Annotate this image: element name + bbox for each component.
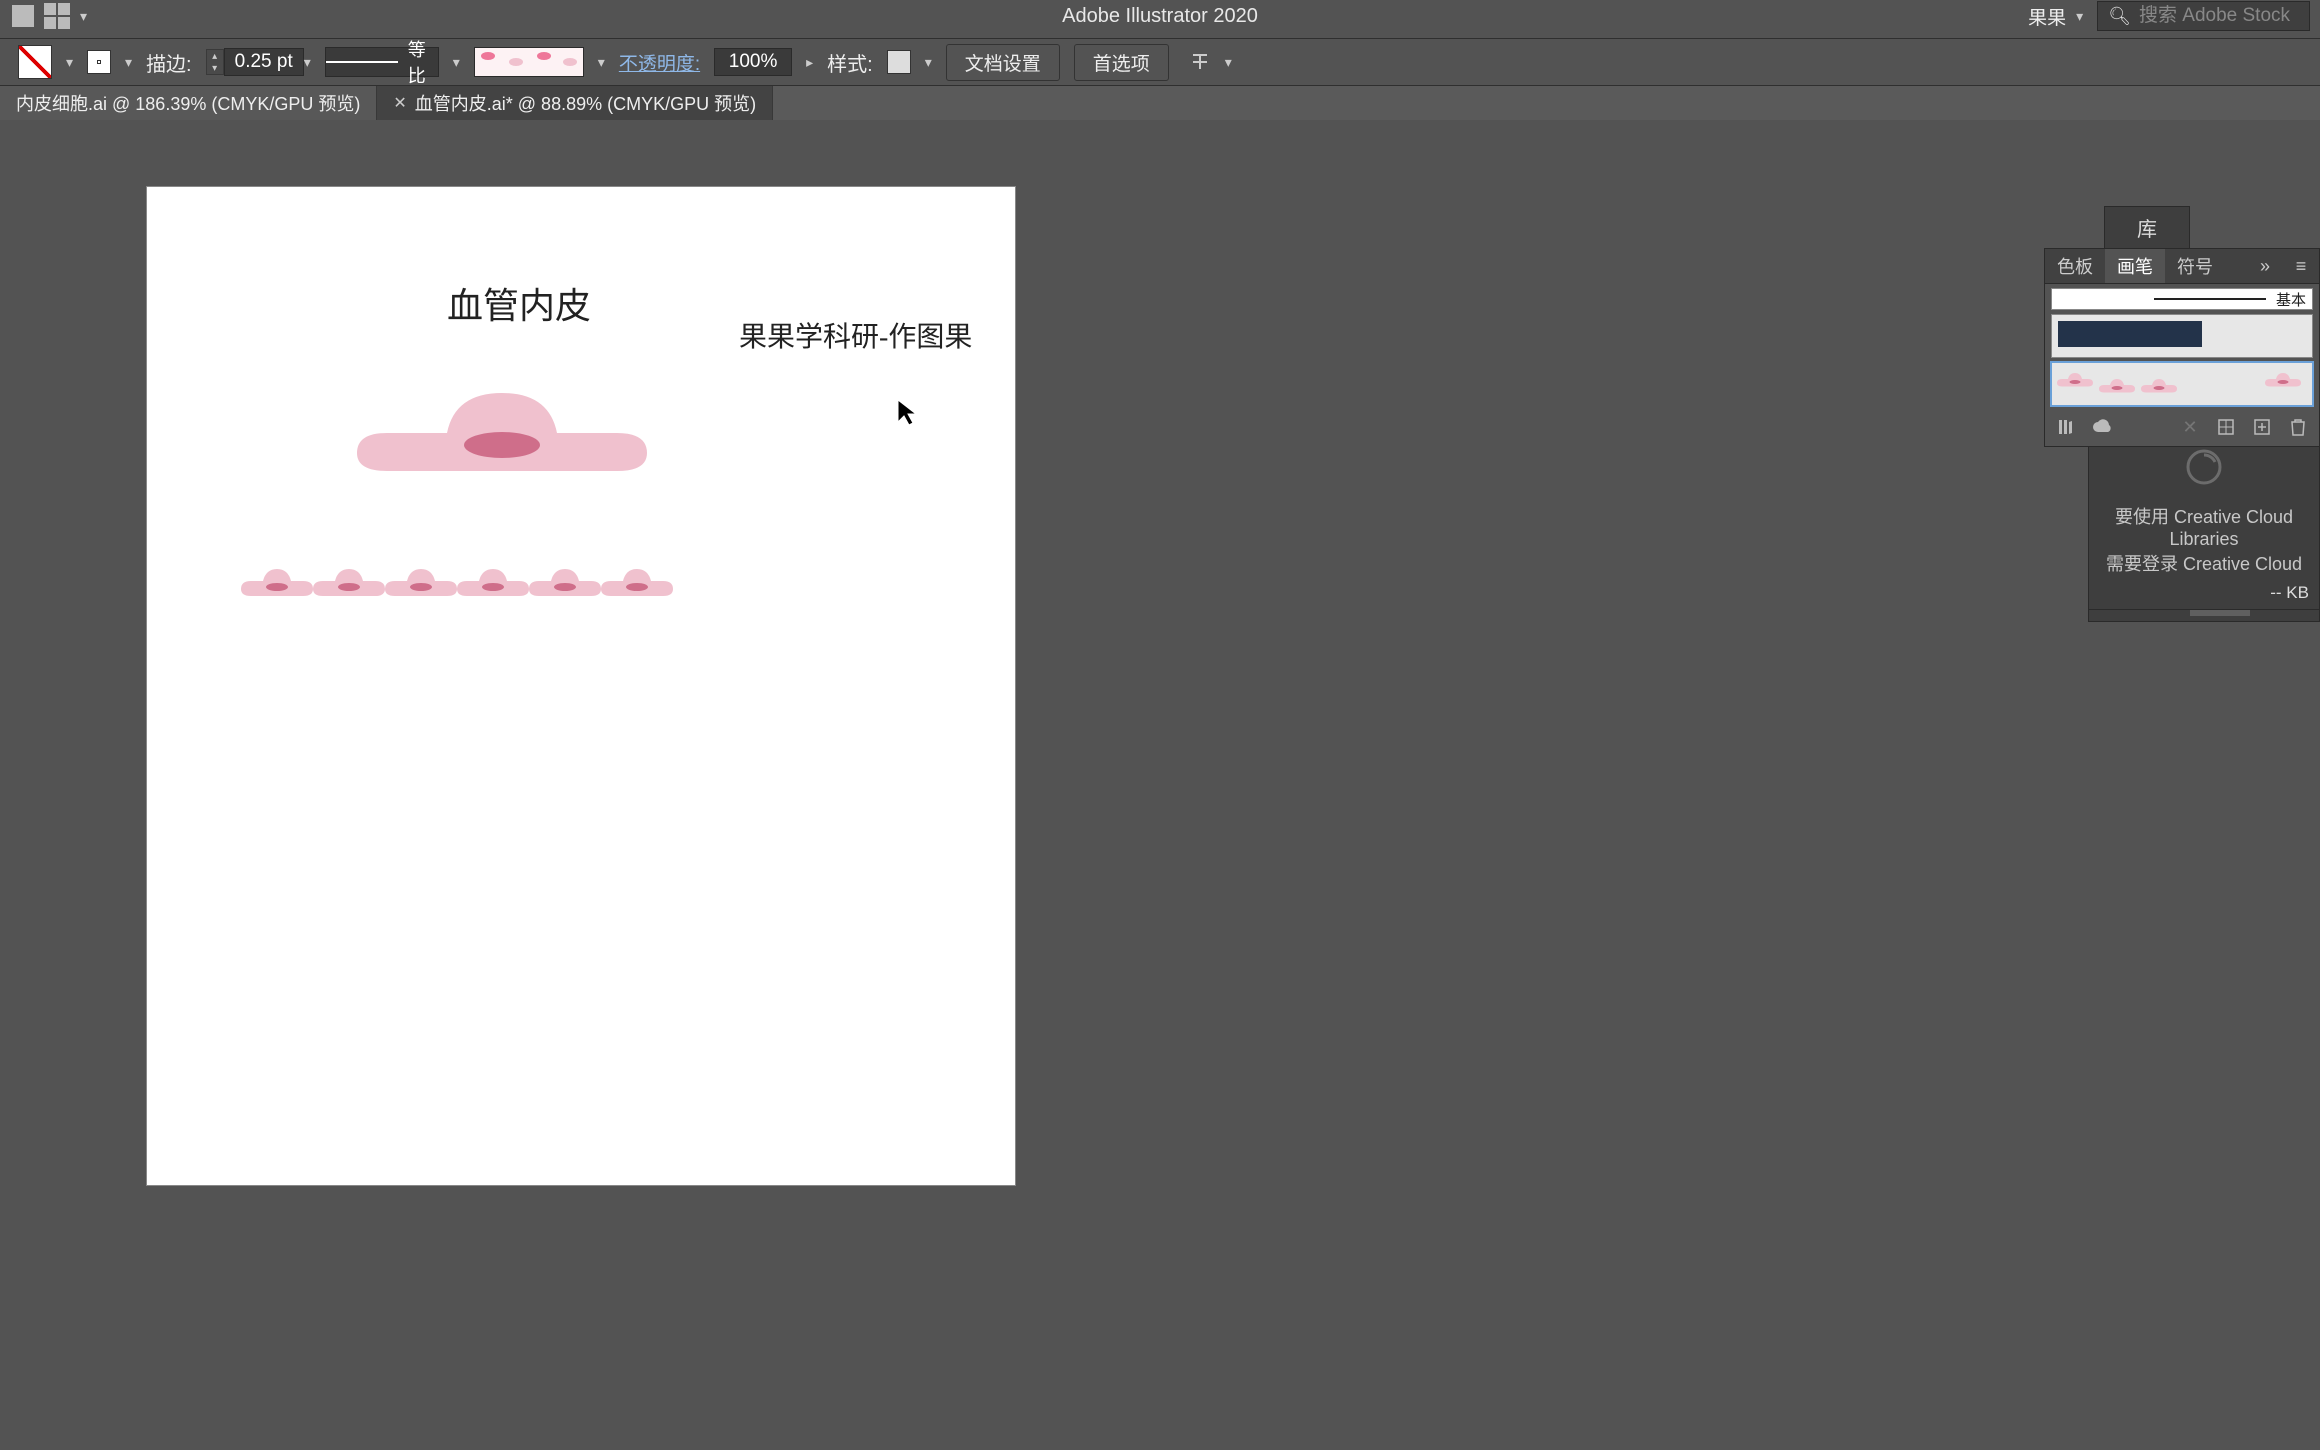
document-setup-button[interactable]: 文档设置 — [946, 44, 1060, 81]
style-label: 样式: — [827, 48, 873, 77]
document-tab[interactable]: ✕ 血管内皮.ai* @ 88.89% (CMYK/GPU 预览) — [377, 86, 773, 120]
app-home-icon[interactable] — [12, 5, 34, 27]
stroke-label: 描边: — [146, 48, 192, 77]
chevron-down-icon[interactable]: ▾ — [66, 54, 73, 71]
brush-definition[interactable] — [474, 47, 584, 77]
opacity-label[interactable]: 不透明度: — [619, 49, 700, 76]
align-panel-icon[interactable] — [1189, 51, 1211, 73]
brush-item-pattern-b[interactable] — [2051, 362, 2313, 406]
brushes-panel-body: 基本 — [2044, 284, 2320, 447]
libraries-panel-tab[interactable]: 库 — [2104, 206, 2190, 248]
user-name: 果果 — [2028, 3, 2066, 30]
endothelial-cell-row — [239, 565, 689, 599]
brush-preview-icon — [475, 48, 583, 76]
chevron-down-icon: ▾ — [2076, 8, 2083, 25]
brushes-panel-footer: ✕ — [2051, 410, 2313, 442]
collapse-panel-icon[interactable]: » — [2247, 249, 2283, 283]
menu-bar: ▾ Adobe Illustrator 2020 果果 ▾ 🔍︎ — [0, 0, 2320, 32]
canvas-area[interactable]: 血管内皮 果果学科研-作图果 — [0, 122, 2320, 1450]
chevron-down-icon[interactable]: ▾ — [125, 54, 132, 71]
tab-bar-spacer — [773, 86, 2320, 120]
variable-width-profile[interactable]: 等比 — [325, 47, 439, 77]
tab-label: 内皮细胞.ai @ 186.39% (CMYK/GPU 预览) — [16, 90, 360, 116]
chevron-down-icon[interactable]: ▾ — [1225, 54, 1232, 71]
chevron-down-icon[interactable]: ▾ — [453, 54, 460, 71]
brushes-panel-group: 色板 画笔 符号 » ≡ 基本 — [2044, 248, 2320, 447]
fill-swatch-none[interactable] — [18, 45, 52, 79]
chevron-down-icon[interactable]: ▾ — [925, 54, 932, 71]
panel-resize-handle[interactable] — [2190, 610, 2250, 616]
tab-label: 血管内皮.ai* @ 88.89% (CMYK/GPU 预览) — [415, 90, 756, 116]
cc-libraries-footer: -- KB — [2088, 576, 2320, 610]
delete-brush-icon[interactable] — [2287, 416, 2309, 438]
chevron-right-icon[interactable]: ▸ — [806, 54, 813, 71]
document-tab-bar: 内皮细胞.ai @ 186.39% (CMYK/GPU 预览) ✕ 血管内皮.a… — [0, 86, 2320, 120]
mouse-cursor-icon — [896, 398, 918, 433]
stroke-swatch[interactable] — [87, 50, 111, 74]
remove-stroke-icon[interactable]: ✕ — [2179, 416, 2201, 438]
artwork-subtitle-text: 果果学科研-作图果 — [739, 315, 972, 355]
brush-libraries-icon[interactable] — [2055, 416, 2077, 438]
brush-item-basic[interactable]: 基本 — [2051, 288, 2313, 310]
brush-basic-label: 基本 — [2270, 289, 2312, 310]
graphic-style-swatch[interactable] — [887, 50, 911, 74]
profile-label: 等比 — [402, 36, 432, 88]
workspace: 血管内皮 果果学科研-作图果 — [0, 122, 2320, 1450]
arrange-documents-icon[interactable] — [44, 3, 70, 29]
new-brush-icon[interactable] — [2251, 416, 2273, 438]
stock-search-input[interactable] — [2139, 5, 2299, 27]
brush-options-icon[interactable] — [2215, 416, 2237, 438]
close-tab-icon[interactable]: ✕ — [393, 93, 406, 113]
chevron-down-icon[interactable]: ▾ — [598, 54, 605, 71]
artboard: 血管内皮 果果学科研-作图果 — [146, 186, 1016, 1186]
workspace-switcher[interactable]: 果果 ▾ — [2028, 3, 2083, 30]
cloud-sync-icon — [2180, 443, 2228, 491]
panel-menu-icon[interactable]: ≡ — [2283, 249, 2319, 283]
control-bar: ▾ ▾ 描边: ▴▾ 0.25 pt ▾ 等比 ▾ ▾ 不透明度: 100% ▸… — [0, 38, 2320, 86]
opacity-value[interactable]: 100% — [714, 48, 792, 76]
artwork-title-text: 血管内皮 — [447, 277, 591, 329]
panel-tab-swatches[interactable]: 色板 — [2045, 249, 2105, 283]
endothelial-cell-large — [347, 385, 657, 480]
libraries-cloud-icon[interactable] — [2091, 416, 2113, 438]
app-title: Adobe Illustrator 2020 — [0, 5, 2320, 28]
panel-tab-strip: 色板 画笔 符号 » ≡ — [2044, 248, 2320, 284]
panel-tab-symbols[interactable]: 符号 — [2165, 249, 2225, 283]
document-tab[interactable]: 内皮细胞.ai @ 186.39% (CMYK/GPU 预览) — [0, 86, 377, 120]
preferences-button[interactable]: 首选项 — [1074, 44, 1169, 81]
stock-search[interactable]: 🔍︎ — [2097, 1, 2310, 31]
chevron-down-icon[interactable]: ▾ — [304, 54, 311, 71]
brush-item-pattern-a[interactable] — [2051, 314, 2313, 358]
search-icon: 🔍︎ — [2108, 6, 2131, 27]
chevron-down-icon[interactable]: ▾ — [80, 8, 87, 25]
stroke-weight-stepper[interactable]: ▴▾ 0.25 pt ▾ — [206, 48, 311, 76]
brush-thumbnail — [2058, 321, 2202, 347]
panel-tab-brushes[interactable]: 画笔 — [2105, 249, 2165, 283]
cc-message-line1: 要使用 Creative Cloud Libraries — [2099, 503, 2309, 550]
cc-size-label: -- KB — [2270, 583, 2309, 603]
stroke-weight-value[interactable]: 0.25 pt — [224, 48, 304, 76]
